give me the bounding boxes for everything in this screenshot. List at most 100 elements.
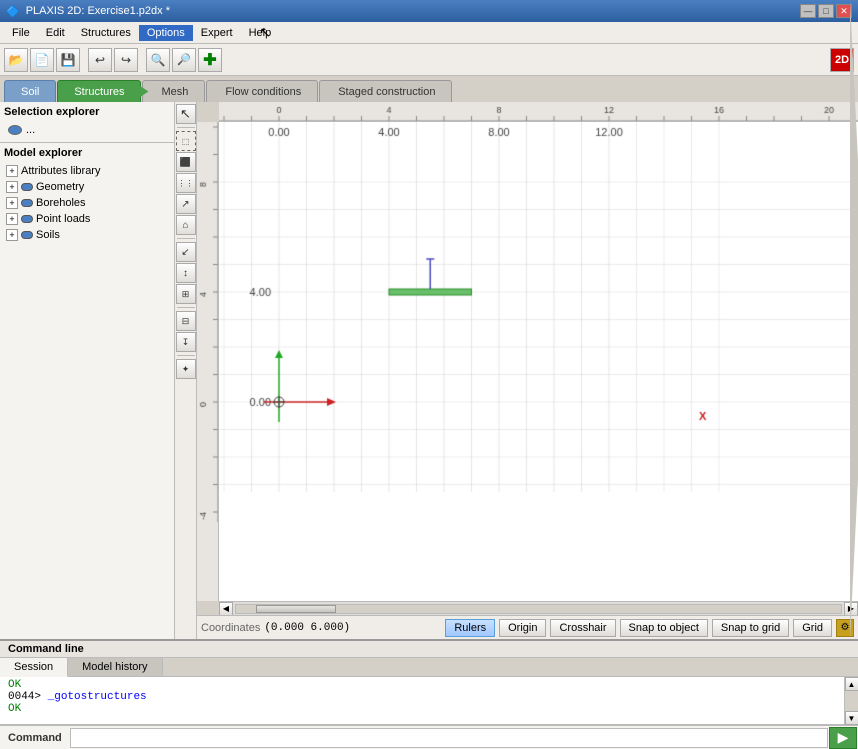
snap-object-btn[interactable]: Snap to object (620, 619, 708, 637)
tree-item-soils[interactable]: + Soils (4, 227, 170, 243)
menu-edit[interactable]: Edit (38, 25, 73, 41)
rulers-btn[interactable]: Rulers (445, 619, 495, 637)
menu-bar: File Edit Structures Options Expert Help… (0, 22, 858, 44)
new-btn[interactable]: 📄 (30, 48, 54, 72)
tool9[interactable]: ⊟ (176, 311, 196, 331)
command-output: OK 0044> _gotostructures OK (0, 677, 844, 725)
boreholes-eye[interactable] (21, 199, 33, 207)
zoom-out-btn[interactable]: 🔎 (172, 48, 196, 72)
visibility-eye[interactable] (8, 125, 22, 135)
tree-item-boreholes[interactable]: + Boreholes (4, 195, 170, 211)
left-panel: Selection explorer ... Model explorer + … (0, 102, 175, 639)
origin-btn[interactable]: Origin (499, 619, 546, 637)
expand-boreholes[interactable]: + (6, 197, 18, 209)
expand-attributes[interactable]: + (6, 165, 18, 177)
tab-model-history[interactable]: Model history (68, 658, 162, 676)
add-btn[interactable]: ✚ (198, 48, 222, 72)
tool6[interactable]: ↙ (176, 242, 196, 262)
model-explorer: Model explorer + Attributes library + Ge… (0, 143, 174, 639)
ruler-top (219, 102, 858, 122)
expand-geometry[interactable]: + (6, 181, 18, 193)
undo-btn[interactable]: ↩ (88, 48, 112, 72)
grid-btn[interactable]: Grid (793, 619, 832, 637)
tool10[interactable]: ↧ (176, 332, 196, 352)
h-scroll-thumb[interactable] (256, 605, 336, 613)
command-input-field[interactable] (70, 728, 828, 748)
toolbar: 📂 📄 💾 ↩ ↪ 🔍 🔎 ✚ 2D (0, 44, 858, 76)
command-input-label: Command (0, 732, 70, 744)
snap-grid-btn[interactable]: Snap to grid (712, 619, 789, 637)
select-tool[interactable]: ↖ (176, 104, 196, 124)
tab-staged[interactable]: Staged construction (319, 80, 452, 102)
expand-pointloads[interactable]: + (6, 213, 18, 225)
pointloads-eye[interactable] (21, 215, 33, 223)
selection-explorer: Selection explorer ... (0, 102, 174, 143)
window-controls: — □ ✕ (800, 4, 852, 18)
coords-label: Coordinates (201, 622, 260, 634)
open-btn[interactable]: 📂 (4, 48, 28, 72)
tree-item-geometry[interactable]: + Geometry (4, 179, 170, 195)
rect-select-tool[interactable]: ⬚ (176, 131, 196, 151)
pointloads-label: Point loads (36, 213, 90, 225)
close-btn[interactable]: ✕ (836, 4, 852, 18)
ruler-left (197, 122, 219, 601)
minimize-btn[interactable]: — (800, 4, 816, 18)
canvas-area: ◀ ▶ Coordinates (0.000 6.000) Rulers Ori… (197, 102, 858, 639)
coords-value: (0.000 6.000) (264, 622, 350, 634)
title-text: PLAXIS 2D: Exercise1.p2dx * (26, 5, 800, 17)
command-tabs: Session Model history (0, 658, 858, 677)
tool4[interactable]: ↗ (176, 194, 196, 214)
status-bar: Coordinates (0.000 6.000) Rulers Origin … (197, 615, 858, 639)
command-input-row: Command ▶ (0, 725, 858, 749)
mouse-cursor: ↖ (259, 24, 271, 41)
canvas-container[interactable] (219, 122, 858, 601)
crosshair-btn[interactable]: Crosshair (550, 619, 615, 637)
model-explorer-header: Model explorer (4, 147, 170, 159)
tree-item-pointloads[interactable]: + Point loads (4, 211, 170, 227)
tool5[interactable]: ⌂ (176, 215, 196, 235)
cmd-line-3: OK (8, 703, 836, 715)
menu-expert[interactable]: Expert (193, 25, 241, 41)
tree-item-attributes[interactable]: + Attributes library (4, 163, 170, 179)
command-run-btn[interactable]: ▶ (829, 727, 857, 749)
menu-file[interactable]: File (4, 25, 38, 41)
cmd-line-1: OK (8, 679, 836, 691)
tab-soil[interactable]: Soil (4, 80, 56, 102)
stage-tabs: Soil Structures Mesh Flow conditions Sta… (0, 76, 858, 102)
cmd-line-2: 0044> _gotostructures (8, 691, 836, 703)
maximize-btn[interactable]: □ (818, 4, 834, 18)
tab-mesh[interactable]: Mesh (142, 80, 205, 102)
main-content: Selection explorer ... Model explorer + … (0, 102, 858, 639)
save-btn[interactable]: 💾 (56, 48, 80, 72)
selection-item-label: ... (26, 124, 35, 136)
tab-flow[interactable]: Flow conditions (206, 80, 318, 102)
boreholes-label: Boreholes (36, 197, 86, 209)
geometry-eye[interactable] (21, 183, 33, 191)
scroll-down-btn[interactable]: ▼ (845, 711, 858, 725)
zoom-in-btn[interactable]: 🔍 (146, 48, 170, 72)
selection-explorer-header: Selection explorer (4, 106, 170, 118)
right-toolbar: ↖ ⬚ ⬛ ⋮⋮ ↗ ⌂ ↙ ↕ ⊞ ⊟ ↧ ✦ (175, 102, 197, 639)
menu-structures[interactable]: Structures (73, 25, 139, 41)
tool8[interactable]: ⊞ (176, 284, 196, 304)
scroll-up-btn[interactable]: ▲ (845, 677, 858, 691)
command-label: Command line (0, 641, 858, 658)
menu-options[interactable]: Options (139, 25, 193, 41)
tool3[interactable]: ⋮⋮ (176, 173, 196, 193)
soils-eye[interactable] (21, 231, 33, 239)
tab-structures[interactable]: Structures (57, 80, 141, 102)
h-scroll-track[interactable] (235, 604, 842, 614)
h-scroll-left[interactable]: ◀ (219, 602, 233, 616)
cmd-scrollbar[interactable]: ▲ ▼ (844, 677, 858, 725)
tool7[interactable]: ↕ (176, 263, 196, 283)
expand-soils[interactable]: + (6, 229, 18, 241)
tab-session[interactable]: Session (0, 658, 68, 677)
horizontal-scrollbar[interactable]: ◀ ▶ (219, 601, 858, 615)
settings-icon[interactable]: ⚙ (836, 619, 854, 637)
tool2[interactable]: ⬛ (176, 152, 196, 172)
scroll-track[interactable] (845, 691, 858, 711)
tool11[interactable]: ✦ (176, 359, 196, 379)
redo-btn[interactable]: ↪ (114, 48, 138, 72)
geometry-label: Geometry (36, 181, 84, 193)
attributes-label: Attributes library (21, 165, 100, 177)
